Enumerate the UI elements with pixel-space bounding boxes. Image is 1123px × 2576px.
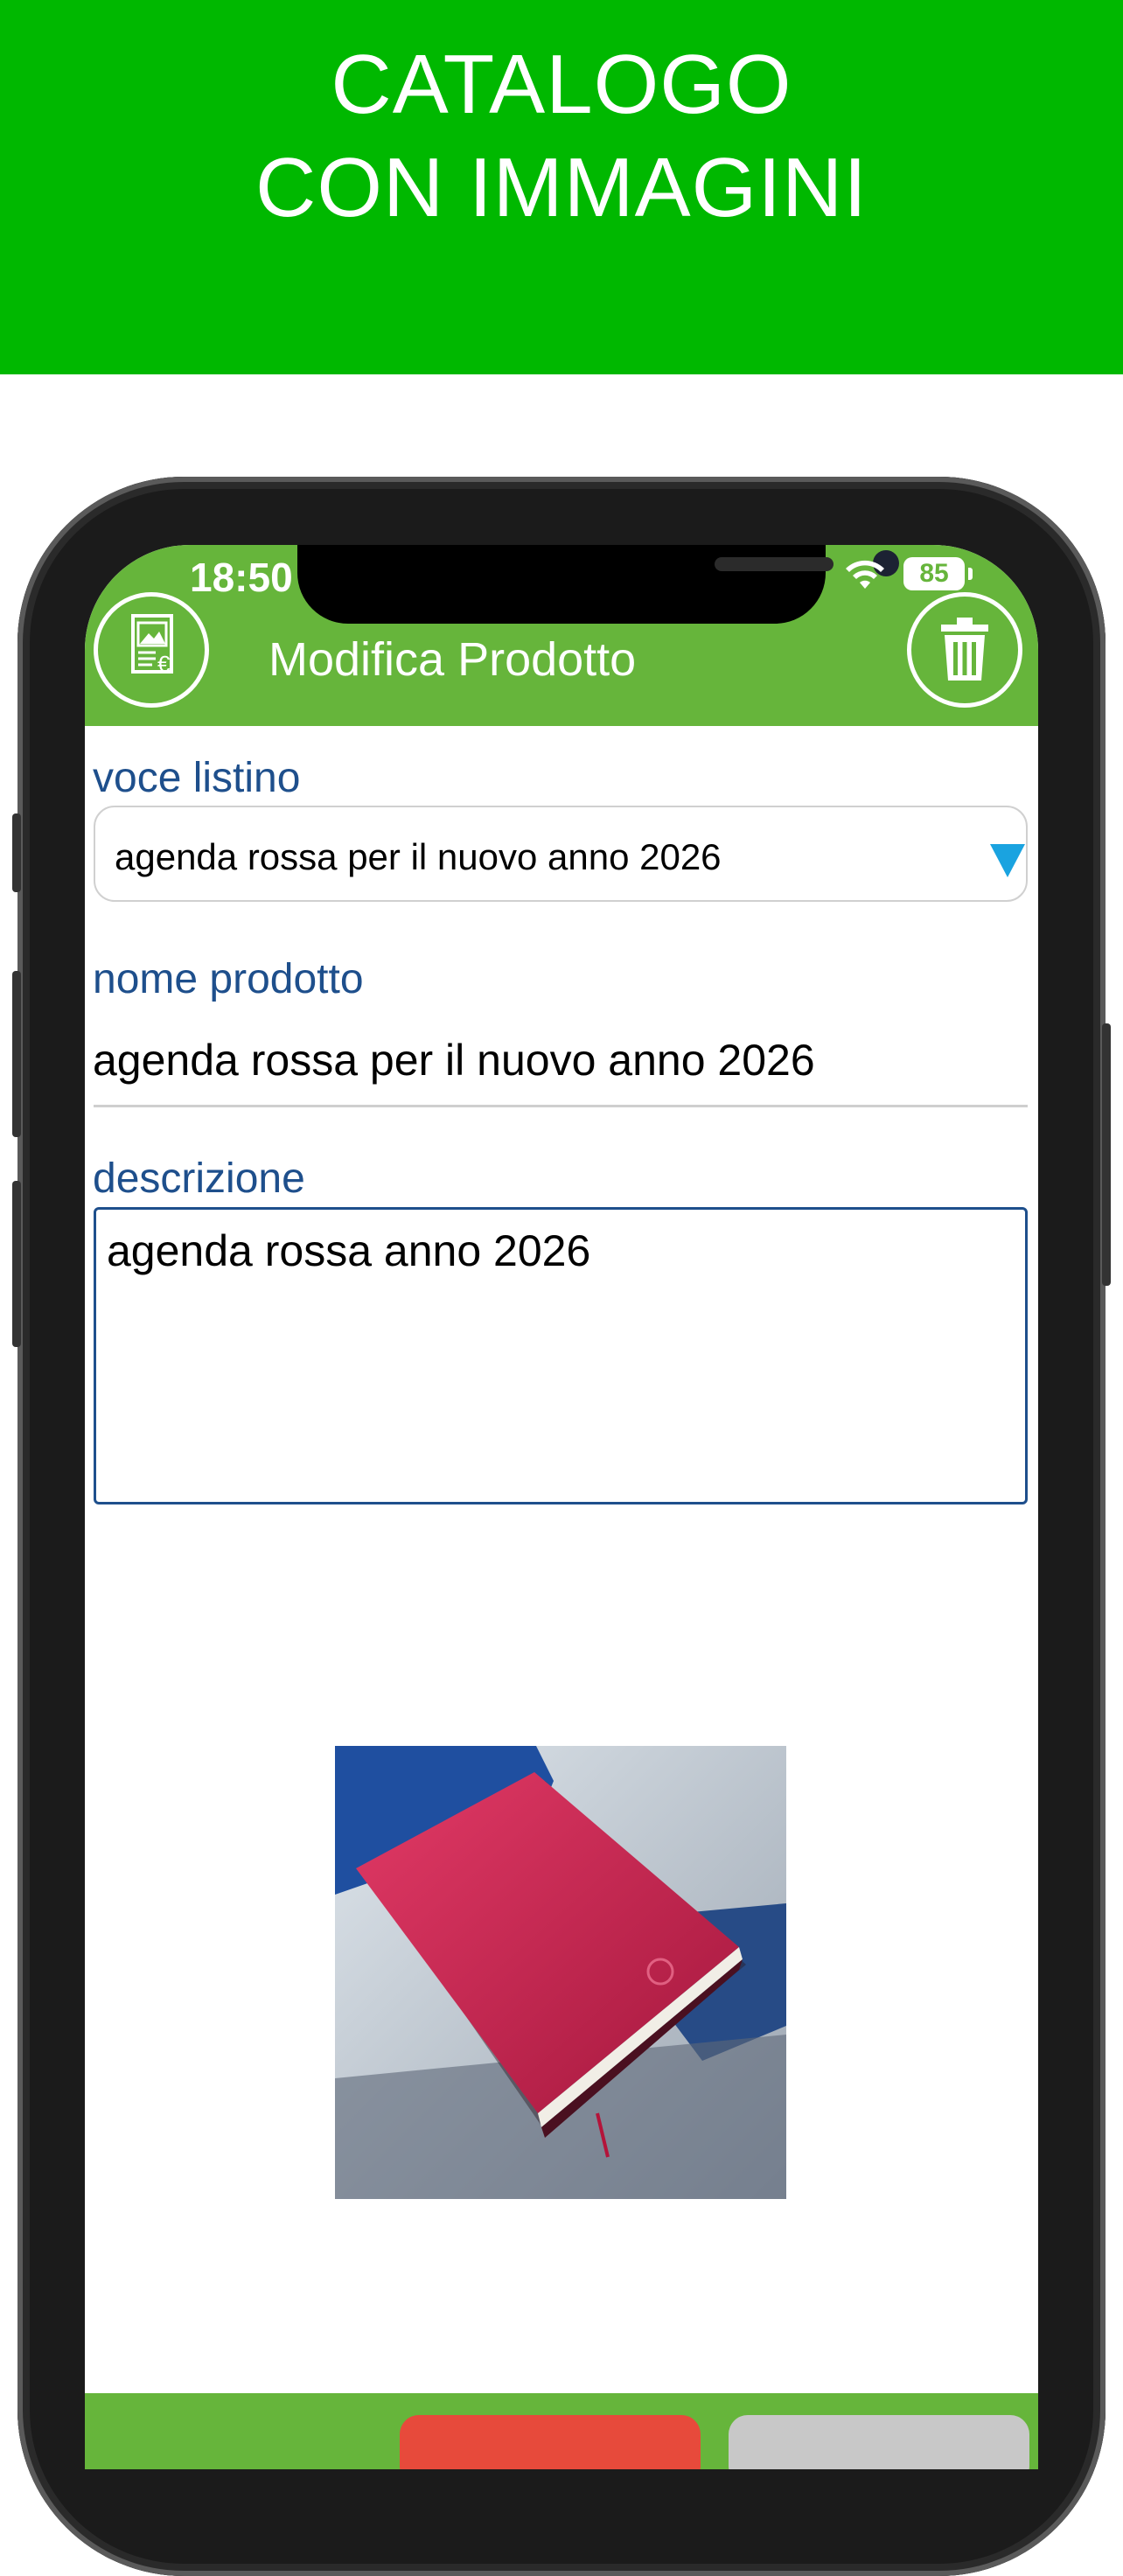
trash-icon (941, 618, 988, 681)
price-item-label: voce listino (93, 755, 301, 801)
bottom-right-button[interactable] (729, 2415, 1029, 2469)
product-name-underline (94, 1105, 1028, 1107)
product-name-label: nome prodotto (93, 956, 364, 1002)
description-label: descrizione (93, 1155, 305, 1202)
phone-screen: 18:50 85 € Modifica Prodotto voce listin… (85, 545, 1038, 2469)
banner-line-1: CATALOGO (331, 38, 792, 131)
price-item-select[interactable]: agenda rossa per il nuovo anno 2026 (94, 806, 1028, 902)
catalog-image-euro-icon: € (131, 614, 173, 677)
banner-line-2: CON IMMAGINI (255, 141, 868, 234)
battery-level: 85 (919, 559, 949, 588)
svg-text:€: € (157, 651, 171, 677)
page-title: Modifica Prodotto (269, 633, 637, 686)
promo-banner: CATALOGO CON IMMAGINI (0, 0, 1123, 374)
description-value: agenda rossa anno 2026 (107, 1226, 591, 1275)
phone-side-button (12, 1181, 21, 1347)
wifi-icon (846, 560, 884, 589)
catalog-button[interactable]: € (94, 592, 209, 708)
battery-icon: 85 (903, 557, 965, 590)
phone-side-button (12, 813, 21, 892)
phone-side-button (12, 971, 21, 1137)
dropdown-arrow-icon (990, 844, 1025, 877)
delete-button[interactable] (907, 592, 1022, 708)
battery-nub (968, 568, 973, 580)
notch (297, 545, 899, 624)
description-textarea[interactable]: agenda rossa anno 2026 (94, 1207, 1028, 1504)
price-item-selected-value: agenda rossa per il nuovo anno 2026 (115, 836, 722, 877)
product-image[interactable] (335, 1746, 786, 2199)
phone-side-button (1102, 1023, 1111, 1286)
product-name-input[interactable]: agenda rossa per il nuovo anno 2026 (93, 1035, 815, 1086)
bottom-left-button[interactable] (400, 2415, 701, 2469)
status-time: 18:50 (190, 555, 293, 600)
agenda-photo (335, 1746, 786, 2199)
speaker (715, 557, 834, 571)
